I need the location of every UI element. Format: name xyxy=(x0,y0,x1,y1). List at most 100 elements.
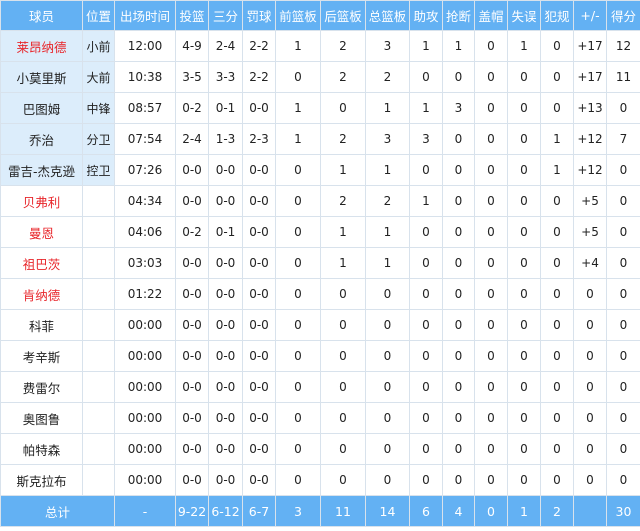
stat-cell: 0 xyxy=(320,278,366,310)
player-name: 费雷尔 xyxy=(0,371,83,403)
stat-cell: 1 xyxy=(507,30,541,62)
stat-cell: 0 xyxy=(320,464,366,496)
stat-cell: 0 xyxy=(409,433,443,465)
stat-cell: 0 xyxy=(275,185,321,217)
stat-cell: 0 xyxy=(606,216,640,248)
stat-cell: 0 xyxy=(442,123,475,155)
player-name: 雷吉-杰克逊 xyxy=(0,154,83,186)
stat-cell: 0-0 xyxy=(175,185,209,217)
stat-cell: 0 xyxy=(409,154,443,186)
stat-cell: +13 xyxy=(573,92,607,124)
stat-cell: 0 xyxy=(507,402,541,434)
stat-cell: +12 xyxy=(573,123,607,155)
player-position xyxy=(82,340,115,372)
stat-cell: 0 xyxy=(320,402,366,434)
stat-cell: 2 xyxy=(320,123,366,155)
stat-cell: 0-0 xyxy=(242,402,276,434)
stat-cell: 3 xyxy=(365,123,410,155)
stat-cell: 0 xyxy=(573,464,607,496)
stat-cell: 1 xyxy=(365,92,410,124)
player-name: 小莫里斯 xyxy=(0,61,83,93)
stat-cell: 0-0 xyxy=(175,278,209,310)
stat-cell: 0 xyxy=(275,402,321,434)
stat-cell: 2-4 xyxy=(175,123,209,155)
stat-cell: 0 xyxy=(507,371,541,403)
stat-cell: 0 xyxy=(606,154,640,186)
stat-cell: 0-0 xyxy=(242,433,276,465)
stat-cell: 0 xyxy=(606,278,640,310)
stat-cell: 0 xyxy=(540,464,574,496)
column-header: 助攻 xyxy=(409,0,443,31)
stat-cell: 00:00 xyxy=(114,433,176,465)
stat-cell: 0 xyxy=(474,340,508,372)
stat-cell: 0-0 xyxy=(175,402,209,434)
stat-cell: 0 xyxy=(320,340,366,372)
stat-cell: 0-0 xyxy=(208,154,243,186)
stat-cell: 0 xyxy=(606,371,640,403)
player-position xyxy=(82,309,115,341)
column-header: 三分 xyxy=(208,0,243,31)
stat-cell: 2-3 xyxy=(242,123,276,155)
column-header: 犯规 xyxy=(540,0,574,31)
stat-cell: 3-3 xyxy=(208,61,243,93)
stat-cell: 1 xyxy=(409,30,443,62)
stat-cell: 1 xyxy=(320,216,366,248)
stat-cell: 3 xyxy=(409,123,443,155)
stat-cell: 0-0 xyxy=(208,402,243,434)
stat-cell: 0 xyxy=(442,340,475,372)
stat-cell: 0 xyxy=(540,340,574,372)
stat-cell: +5 xyxy=(573,185,607,217)
player-position xyxy=(82,433,115,465)
stat-cell: 0 xyxy=(442,216,475,248)
stat-cell: 1 xyxy=(320,247,366,279)
player-name: 莱昂纳德 xyxy=(0,30,83,62)
totals-tov: 1 xyxy=(507,495,541,527)
stat-cell: 0 xyxy=(409,340,443,372)
stat-cell: 0 xyxy=(507,340,541,372)
stat-cell: 0-0 xyxy=(175,433,209,465)
stat-cell: 0 xyxy=(606,185,640,217)
column-header: 位置 xyxy=(82,0,115,31)
stat-cell: 1 xyxy=(365,247,410,279)
stat-cell: 2 xyxy=(320,30,366,62)
stat-cell: 0 xyxy=(409,309,443,341)
stat-cell: 0 xyxy=(474,154,508,186)
stat-cell: 1 xyxy=(540,123,574,155)
stat-cell: 0-0 xyxy=(208,464,243,496)
column-header: 前篮板 xyxy=(275,0,321,31)
column-header: 罚球 xyxy=(242,0,276,31)
stat-cell: 0 xyxy=(365,309,410,341)
stat-cell: 0 xyxy=(540,216,574,248)
stat-cell: 0 xyxy=(409,61,443,93)
stat-cell: 0 xyxy=(507,433,541,465)
stat-cell: 01:22 xyxy=(114,278,176,310)
stat-cell: 0 xyxy=(275,340,321,372)
stat-cell: 0 xyxy=(365,464,410,496)
stat-cell: +4 xyxy=(573,247,607,279)
stat-cell: 0-1 xyxy=(208,216,243,248)
player-name: 帕特森 xyxy=(0,433,83,465)
column-header: 总篮板 xyxy=(365,0,410,31)
stat-cell: 08:57 xyxy=(114,92,176,124)
stat-cell: 07:54 xyxy=(114,123,176,155)
stat-cell: 0-0 xyxy=(208,185,243,217)
player-position xyxy=(82,371,115,403)
stat-cell: 0 xyxy=(365,402,410,434)
stat-cell: 0-0 xyxy=(242,216,276,248)
totals-ast: 6 xyxy=(409,495,443,527)
stat-cell: 0 xyxy=(507,61,541,93)
stat-cell: 3-5 xyxy=(175,61,209,93)
stat-cell: 0 xyxy=(507,247,541,279)
stat-cell: 0 xyxy=(540,309,574,341)
player-row: 莱昂纳德 小前 12:00 4-9 2-4 2-2 1 2 3 1 1 0 1 0 +17 12 xyxy=(0,30,640,62)
stat-cell: 0 xyxy=(442,402,475,434)
stat-cell: 0 xyxy=(606,92,640,124)
player-name: 肯纳德 xyxy=(0,278,83,310)
stat-cell: 0 xyxy=(365,278,410,310)
player-name: 奥图鲁 xyxy=(0,402,83,434)
column-header: 得分 xyxy=(606,0,640,31)
stat-cell: 0 xyxy=(275,216,321,248)
stat-cell: 0 xyxy=(275,309,321,341)
stat-cell: 0 xyxy=(540,92,574,124)
stat-cell: 0-1 xyxy=(208,92,243,124)
